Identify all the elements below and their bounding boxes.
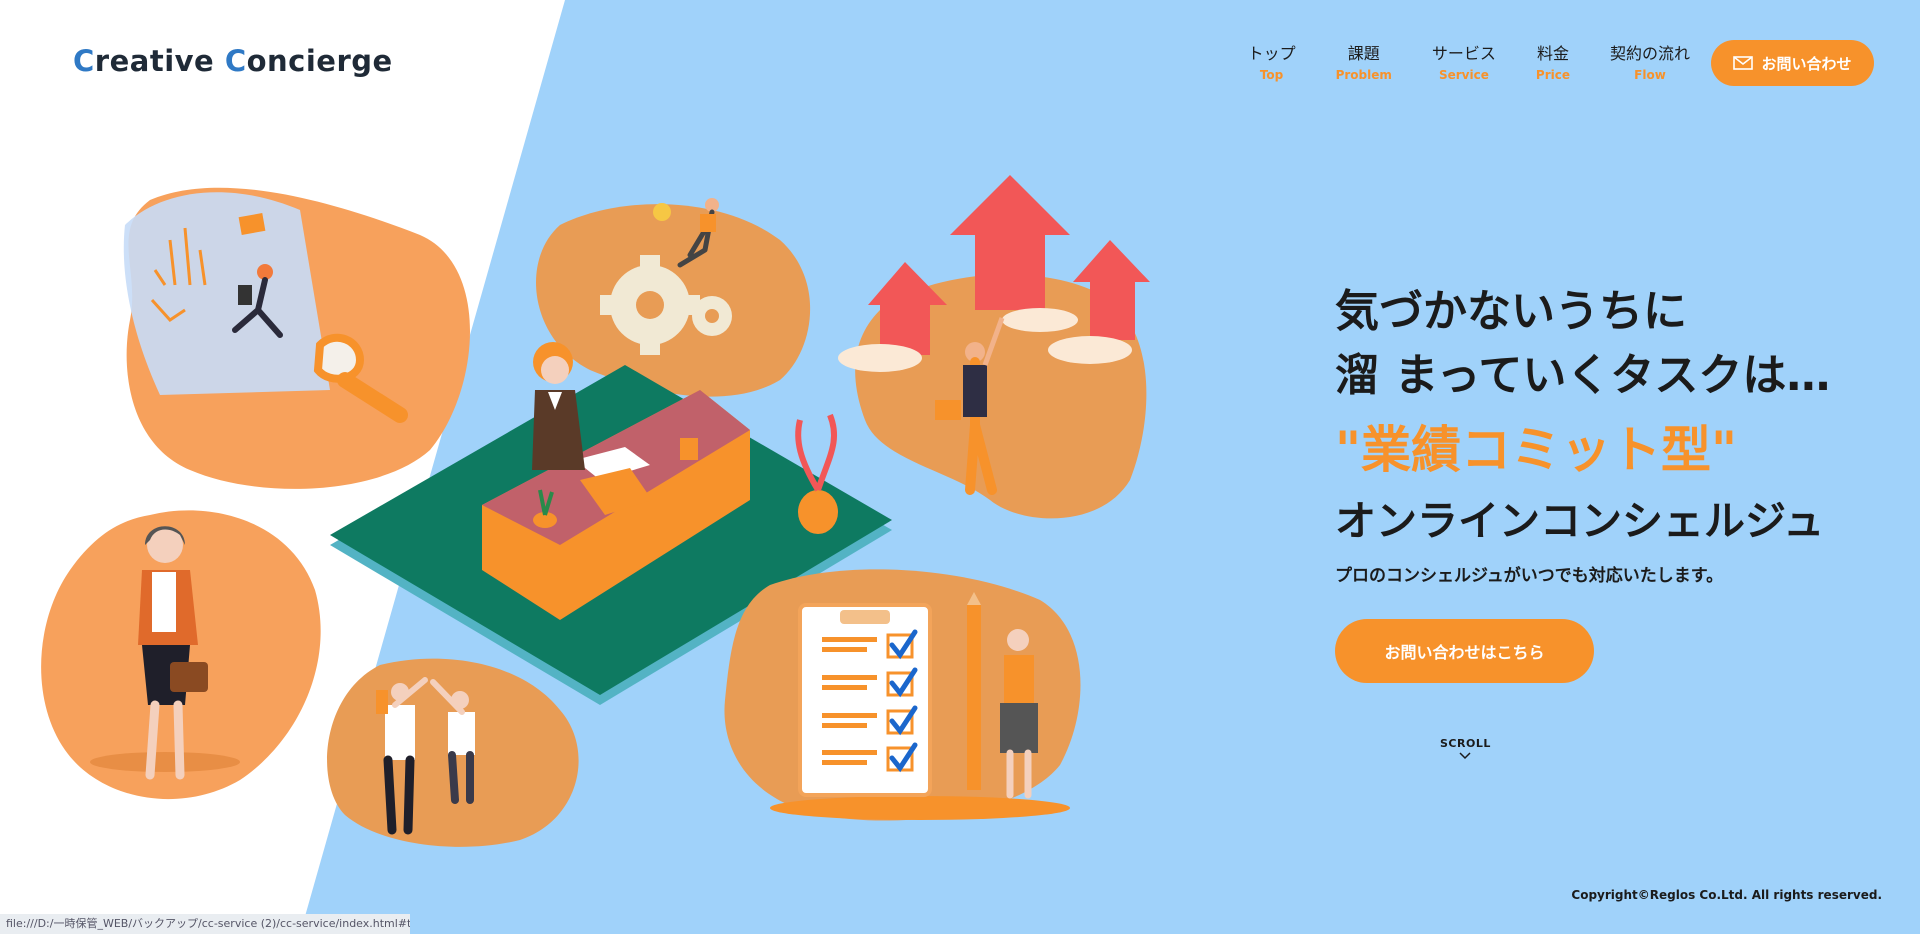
checklist-blob xyxy=(724,569,1081,821)
hero-cta-button[interactable]: お問い合わせはこちら xyxy=(1335,619,1594,683)
hero-headline-service: オンラインコンシェルジュ xyxy=(1335,497,1825,545)
gears-blob xyxy=(536,198,811,397)
logo-initial-c: C xyxy=(73,44,95,78)
nav-label-en: Service xyxy=(1438,68,1489,82)
analysis-blob xyxy=(123,187,470,489)
growth-blob xyxy=(838,175,1150,519)
nav-label-en: Flow xyxy=(1634,68,1666,82)
copyright-text: Copyright©Reglos Co.Ltd. All rights rese… xyxy=(1571,888,1882,902)
scroll-indicator[interactable]: SCROLL xyxy=(1440,737,1490,760)
nav-label-jp: トップ xyxy=(1247,44,1296,63)
nav-item-flow[interactable]: 契約の流れ Flow xyxy=(1590,44,1710,83)
main-nav: トップ Top 課題 Problem サービス Service 料金 Price… xyxy=(1228,44,1710,83)
nav-item-service[interactable]: サービス Service xyxy=(1412,44,1516,83)
hero-headline-2: 溜 まっていくタスクは… xyxy=(1335,350,1831,401)
nav-label-jp: サービス xyxy=(1431,44,1496,63)
mail-icon xyxy=(1733,56,1754,70)
site-logo[interactable]: Creative Concierge xyxy=(73,44,393,78)
hero-copy: 気づかないうちに 溜 まっていくタスクは… "業績コミット型" オンラインコンシ… xyxy=(1335,280,1830,590)
nav-label-en: Top xyxy=(1259,68,1284,82)
hero-highlight: "業績コミット型" xyxy=(1335,421,1738,479)
contact-label: お問い合わせ xyxy=(1761,54,1852,73)
nav-label-jp: 契約の流れ xyxy=(1609,44,1690,63)
hero-subtext: プロのコンシェルジュがいつでも対応いたします。 xyxy=(1335,566,1724,586)
businesswoman-blob xyxy=(41,510,321,800)
scroll-label: SCROLL xyxy=(1440,737,1491,750)
nav-label-en: Price xyxy=(1535,68,1570,82)
browser-status-url: file:///D:/一時保管_WEB/バックアップ/cc-service (2… xyxy=(0,914,410,934)
team-blob xyxy=(327,658,579,847)
nav-item-top[interactable]: トップ Top xyxy=(1228,44,1316,83)
logo-word-concierge: oncierge xyxy=(246,44,393,78)
nav-label-jp: 課題 xyxy=(1347,44,1380,63)
nav-label-jp: 料金 xyxy=(1536,44,1569,63)
nav-item-price[interactable]: 料金 Price xyxy=(1516,44,1590,83)
nav-item-problem[interactable]: 課題 Problem xyxy=(1316,44,1412,83)
logo-initial-c2: C xyxy=(224,44,247,78)
hero-headline-1: 気づかないうちに xyxy=(1335,286,1687,337)
site-header: Creative Concierge トップ Top 課題 Problem サー… xyxy=(0,0,1920,120)
chevron-down-icon xyxy=(1459,752,1471,760)
logo-word-creative: reative xyxy=(94,44,225,78)
nav-label-en: Problem xyxy=(1335,68,1392,82)
header-contact-button[interactable]: お問い合わせ xyxy=(1711,40,1874,86)
